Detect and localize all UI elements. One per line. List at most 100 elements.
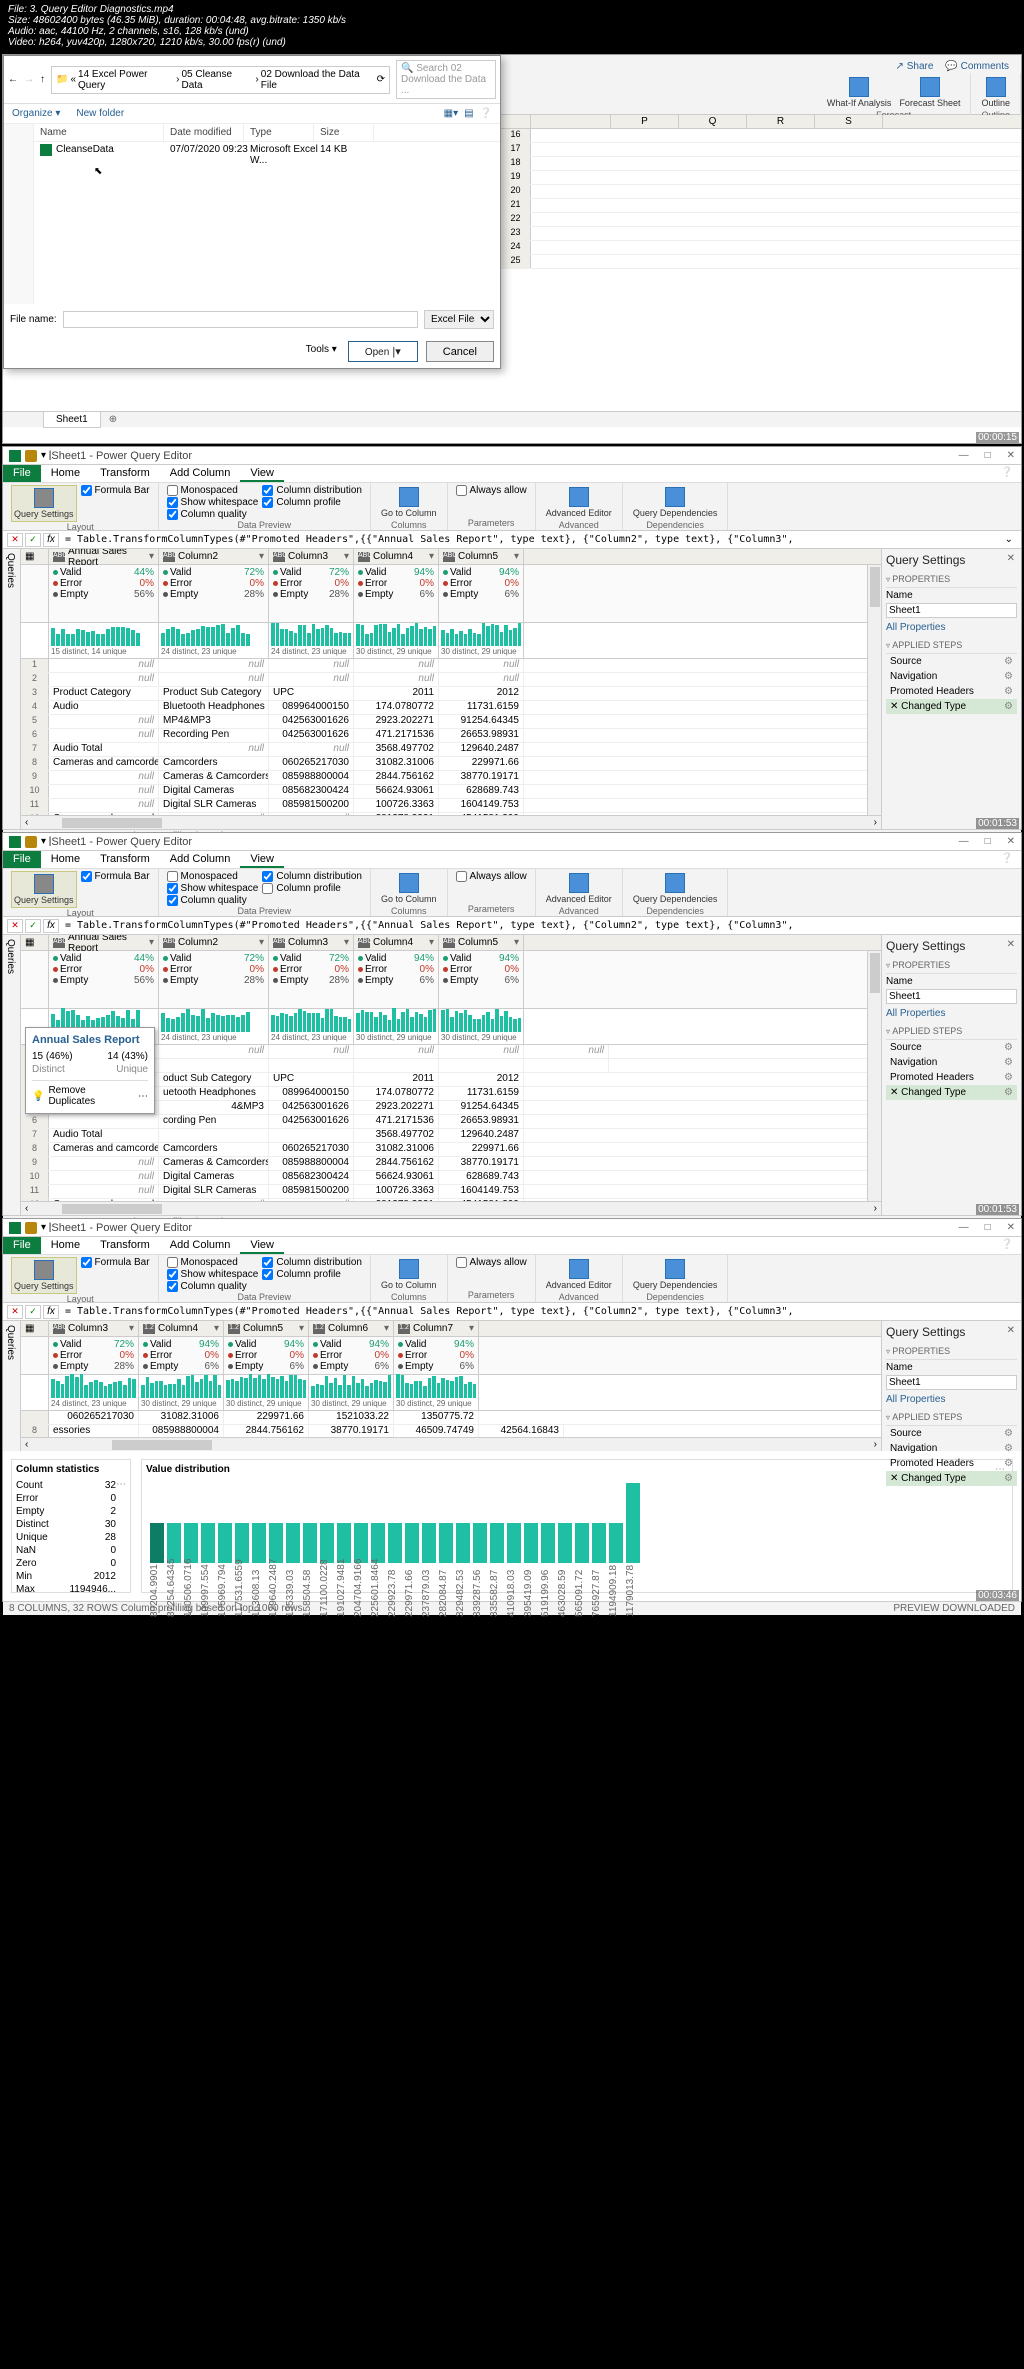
select-all[interactable]: ▦ [21,549,49,564]
help-icon[interactable]: ❔ [993,1237,1021,1254]
folder-tree[interactable] [4,124,34,304]
chart-bar[interactable] [575,1523,589,1563]
chart-bar[interactable] [524,1523,538,1563]
chart-bar[interactable] [592,1523,606,1563]
home-tab[interactable]: Home [41,851,90,868]
addcolumn-tab[interactable]: Add Column [160,1237,241,1254]
select-all[interactable]: ▦ [21,935,49,950]
close-button[interactable]: ✕ [1007,1222,1015,1233]
column-header[interactable]: ABCColumn5▾ [439,935,524,950]
quality-check[interactable]: Column quality [167,509,259,520]
all-props-link[interactable]: All Properties [886,1390,1017,1409]
table-row[interactable]: 2nullnullnullnullnull [21,673,881,687]
add-sheet-button[interactable]: ⊕ [101,414,125,425]
formulabar-check[interactable]: Formula Bar [81,1257,150,1268]
file-item[interactable]: CleanseData 07/07/2020 09:23 Microsoft E… [34,142,500,168]
column-header[interactable]: ABCAnnual Sales Report▾ [49,935,159,950]
view-icons-button[interactable]: ▦▾ [444,108,458,119]
query-name-input[interactable] [886,603,1017,618]
chart-bar[interactable] [252,1523,266,1563]
save-icon[interactable] [25,1222,37,1234]
column-header[interactable]: ABCAnnual Sales Report▾ [49,549,159,564]
all-props-link[interactable]: All Properties [886,618,1017,637]
table-row[interactable]: 3Product CategoryProduct Sub CategoryUPC… [21,687,881,701]
chart-bar[interactable] [201,1523,215,1563]
formulabar-check[interactable]: Formula Bar [81,871,150,882]
help-icon[interactable]: ❔ [993,465,1021,482]
ws-check[interactable]: Show whitespace [167,1269,259,1280]
goto-column-button[interactable]: Go to Column [379,871,439,906]
dist-check[interactable]: Column distribution [262,871,362,882]
dist-check[interactable]: Column distribution [262,485,362,496]
queries-pane[interactable]: Queries [3,549,21,829]
filename-input[interactable] [63,311,418,328]
chart-bar[interactable] [405,1523,419,1563]
allow-check[interactable]: Always allow [456,485,527,496]
chart-bar[interactable] [490,1523,504,1563]
sheet-tab[interactable]: Sheet1 [43,411,101,428]
newfolder-button[interactable]: New folder [76,108,124,119]
applied-step[interactable]: ✕ Changed Type⚙ [886,1085,1017,1100]
min-button[interactable]: — [959,450,969,461]
remove-duplicates-action[interactable]: 💡Remove Duplicates⋯ [32,1080,148,1107]
close-query-icon[interactable]: ✕ [7,1305,23,1319]
adv-editor-button[interactable]: Advanced Editor [544,485,614,520]
chart-bar[interactable] [184,1523,198,1563]
view-tab[interactable]: View [240,1237,284,1254]
comments-button[interactable]: 💬 Comments [945,61,1009,72]
queries-pane[interactable]: Queries [3,935,21,1215]
chart-bar[interactable] [303,1523,317,1563]
adv-editor-button[interactable]: Advanced Editor [544,1257,614,1292]
chart-bar[interactable] [371,1523,385,1563]
column-headers[interactable]: Name Date modified Type Size [34,124,500,142]
home-tab[interactable]: Home [41,465,90,482]
addcolumn-tab[interactable]: Add Column [160,851,241,868]
scrollbar-horizontal[interactable]: ‹› [21,1201,881,1215]
quality-check[interactable]: Column quality [167,1281,259,1292]
addcolumn-tab[interactable]: Add Column [160,465,241,482]
applied-step[interactable]: Promoted Headers⚙ [886,1070,1017,1085]
table-row[interactable]: 06026521703031082.31006229971.661521033.… [21,1411,881,1425]
query-name-input[interactable] [886,1375,1017,1390]
back-icon[interactable]: ← [8,74,18,85]
close-query-icon[interactable]: ✕ [7,533,23,547]
up-icon[interactable]: ↑ [40,74,45,85]
apply-icon[interactable]: ✓ [25,919,41,933]
mono-check[interactable]: Monospaced [167,485,259,496]
organize-menu[interactable]: Organize ▾ [12,108,60,119]
steps-section[interactable]: APPLIED STEPS [886,1023,1017,1040]
chart-bar[interactable] [456,1523,470,1563]
properties-section[interactable]: PROPERTIES [886,571,1017,588]
profile-check[interactable]: Column profile [262,497,362,508]
scrollbar-vertical[interactable] [867,565,881,815]
view-tab[interactable]: View [240,465,284,482]
chart-bar[interactable] [269,1523,283,1563]
max-button[interactable]: □ [985,1222,991,1233]
chart-bar[interactable] [150,1523,164,1563]
scrollbar-horizontal[interactable]: ‹› [21,815,881,829]
steps-section[interactable]: APPLIED STEPS [886,637,1017,654]
mono-check[interactable]: Monospaced [167,871,259,882]
table-row[interactable]: 7Audio Total3568.497702129640.2487 [21,1129,881,1143]
query-name-input[interactable] [886,989,1017,1004]
save-icon[interactable] [25,836,37,848]
properties-section[interactable]: PROPERTIES [886,957,1017,974]
applied-step[interactable]: Navigation⚙ [886,1441,1017,1456]
column-header[interactable]: ABCColumn3▾ [269,549,354,564]
data-grid[interactable]: ▦ABCAnnual Sales Report▾ABCColumn2▾ABCCo… [21,549,881,829]
chart-bar[interactable] [286,1523,300,1563]
table-row[interactable]: 10nullDigital Cameras08568230042456624.9… [21,785,881,799]
allow-check[interactable]: Always allow [456,871,527,882]
column-header[interactable]: 1.2Column4▾ [139,1321,224,1336]
applied-step[interactable]: Navigation⚙ [886,669,1017,684]
table-row[interactable]: 4AudioBluetooth Headphones08996400015017… [21,701,881,715]
file-tab[interactable]: File [3,851,41,868]
profile-check[interactable]: Column profile [262,1269,362,1280]
apply-icon[interactable]: ✓ [25,533,41,547]
column-header[interactable]: 1.2Column7▾ [394,1321,479,1336]
applied-step[interactable]: Source⚙ [886,1040,1017,1055]
table-row[interactable]: 12Cameras and camcorders Totalnullnull28… [21,813,881,815]
table-row[interactable]: 9nullCameras & Camcorders Accessories085… [21,1157,881,1171]
file-tab[interactable]: File [3,1237,41,1254]
all-props-link[interactable]: All Properties [886,1004,1017,1023]
